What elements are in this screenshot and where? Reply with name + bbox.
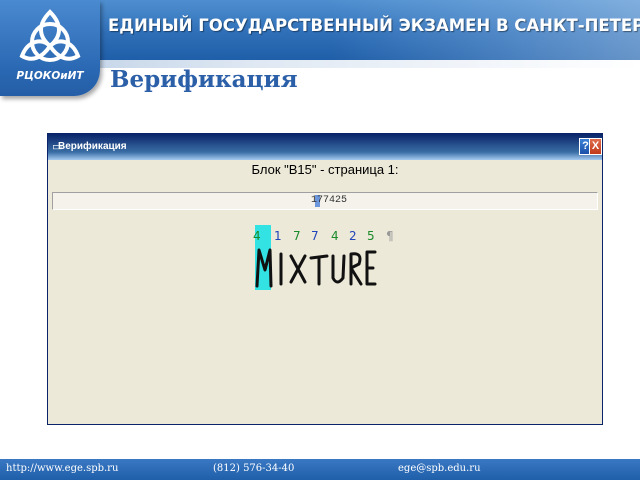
logo: РЦОКОиИТ <box>0 0 100 96</box>
logo-emblem-icon <box>19 9 81 62</box>
header-title: ЕДИНЫЙ ГОСУДАРСТВЕННЫЙ ЭКЗАМЕН В САНКТ-П… <box>108 16 640 35</box>
recognized-value-field[interactable]: 177425 <box>52 192 598 210</box>
logo-label: РЦОКОиИТ <box>16 70 84 82</box>
handwritten-letter-m <box>255 248 273 288</box>
digit-6[interactable]: 2 <box>349 229 357 243</box>
digit-1[interactable]: 4 <box>253 229 261 243</box>
field-value: 177425 <box>311 195 348 206</box>
handwritten-letter-e <box>365 250 377 286</box>
window-titlebar[interactable]: ▭ Верификация ? X <box>48 134 602 160</box>
pilcrow-mark[interactable]: ¶ <box>386 229 394 243</box>
digit-2[interactable]: 1 <box>274 229 282 243</box>
verification-window: ▭ Верификация ? X Блок "В15" - страница … <box>47 133 603 425</box>
handwritten-letter-t <box>309 254 329 286</box>
page-title: Верификация <box>110 66 298 93</box>
block-label: Блок "В15" - страница 1: <box>251 162 399 177</box>
footer: http://www.ege.spb.ru (812) 576-34-40 eg… <box>0 459 640 480</box>
handwritten-letter-x <box>289 254 307 284</box>
window-title: Верификация <box>58 141 127 152</box>
close-button[interactable]: X <box>589 138 602 155</box>
footer-email-link[interactable]: ege@spb.edu.ru <box>398 463 481 474</box>
digit-5[interactable]: 4 <box>331 229 339 243</box>
digit-3[interactable]: 7 <box>293 229 301 243</box>
footer-phone: (812) 576-34-40 <box>213 463 295 474</box>
digit-4[interactable]: 7 <box>311 229 319 243</box>
footer-url-link[interactable]: http://www.ege.spb.ru <box>6 463 118 474</box>
handwritten-letter-u <box>331 254 346 284</box>
handwriting-scan-image <box>255 248 377 288</box>
digit-7[interactable]: 5 <box>367 229 375 243</box>
handwritten-letter-r <box>349 252 363 286</box>
